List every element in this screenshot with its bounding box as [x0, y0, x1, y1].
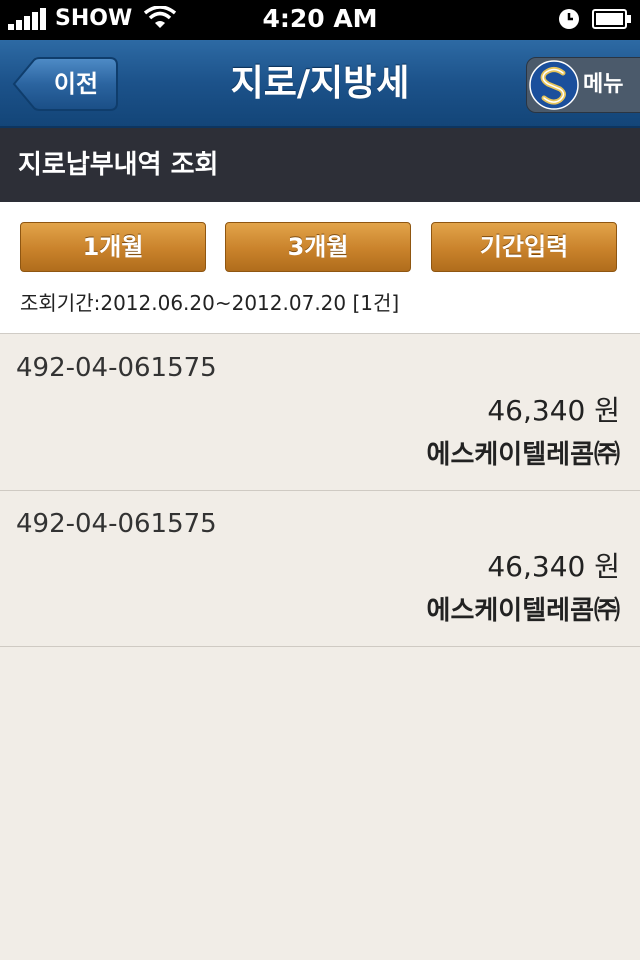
- bank-logo-icon: [529, 60, 579, 110]
- account-number: 492-04-061575: [16, 353, 217, 383]
- menu-button-label: 메뉴: [583, 72, 624, 97]
- payee-company: 에스케이텔레콤㈜: [426, 596, 620, 626]
- status-bar: SHOW 4:20 AM: [0, 0, 640, 40]
- custom-period-button[interactable]: 기간입력: [431, 222, 617, 272]
- payment-amount: 46,340 원: [487, 394, 620, 427]
- account-number: 492-04-061575: [16, 509, 217, 539]
- status-time: 4:20 AM: [262, 4, 378, 33]
- back-button-label: 이전: [53, 70, 99, 98]
- navigation-bar: 이전 지로/지방세 메뉴: [0, 40, 640, 128]
- section-header: 지로납부내역 조회: [0, 128, 640, 202]
- list-item[interactable]: 492-04-061575 46,340 원 에스케이텔레콤㈜: [0, 491, 640, 647]
- section-title: 지로납부내역 조회: [18, 150, 219, 180]
- payment-amount: 46,340 원: [487, 550, 620, 583]
- three-month-button[interactable]: 3개월: [225, 222, 411, 272]
- period-filter: 1개월 3개월 기간입력 조회기간:2012.06.20~2012.07.20 …: [0, 202, 640, 334]
- back-button[interactable]: 이전: [12, 57, 118, 111]
- page-title: 지로/지방세: [230, 63, 410, 104]
- query-period-text: 조회기간:2012.06.20~2012.07.20 [1건]: [20, 291, 400, 315]
- list-item[interactable]: 492-04-061575 46,340 원 에스케이텔레콤㈜: [0, 335, 640, 491]
- payee-company: 에스케이텔레콤㈜: [426, 440, 620, 470]
- battery-icon: [592, 9, 631, 29]
- one-month-button[interactable]: 1개월: [20, 222, 206, 272]
- alarm-clock-icon: [559, 9, 579, 29]
- menu-button[interactable]: 메뉴: [526, 57, 640, 113]
